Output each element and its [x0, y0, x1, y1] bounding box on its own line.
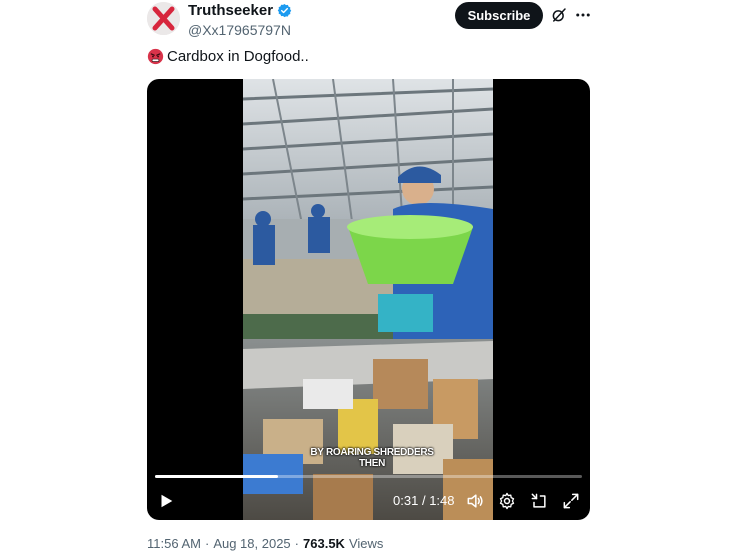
post-date[interactable]: Aug 18, 2025 [213, 536, 290, 551]
post-time[interactable]: 11:56 AM [147, 536, 201, 551]
handle[interactable]: @Xx17965797N [188, 22, 292, 38]
display-name-row: Truthseeker [188, 2, 292, 19]
video-player[interactable]: BY ROARING SHREDDERS THEN 0:31 / 1:48 [147, 79, 590, 520]
tweet-meta: 11:56 AM · Aug 18, 2025 · 763.5K Views [147, 536, 383, 551]
avatar[interactable] [147, 2, 180, 35]
grok-icon[interactable] [550, 6, 568, 24]
views-count: 763.5K [303, 536, 345, 551]
video-caption: BY ROARING SHREDDERS THEN [310, 447, 434, 469]
exit-fullscreen-icon[interactable] [529, 491, 549, 511]
views-label: Views [348, 536, 384, 551]
volume-icon[interactable] [465, 491, 485, 511]
progress-fill [155, 475, 278, 478]
post-text: Cardbox in Dogfood.. [147, 48, 309, 65]
settings-icon[interactable] [497, 491, 517, 511]
verified-badge-icon[interactable] [277, 3, 292, 18]
current-time: 0:31 [393, 493, 419, 508]
more-icon[interactable] [574, 6, 592, 24]
fullscreen-icon[interactable] [561, 491, 581, 511]
meta-dot: · [294, 536, 300, 551]
post-body: Cardbox in Dogfood.. [167, 48, 309, 65]
time-separator: / [421, 493, 426, 508]
author-block: Truthseeker @Xx17965797N [188, 2, 292, 38]
duration: 1:48 [429, 493, 455, 508]
progress-bar[interactable] [155, 475, 582, 478]
subscribe-button[interactable]: Subscribe [455, 2, 543, 29]
play-icon[interactable] [157, 492, 175, 510]
display-name[interactable]: Truthseeker [188, 2, 273, 19]
angry-face-emoji-icon [147, 48, 164, 65]
time-display: 0:31 / 1:48 [393, 493, 455, 508]
meta-dot: · [204, 536, 210, 551]
red-x-avatar-icon [147, 2, 180, 35]
tweet: Truthseeker @Xx17965797N Subscribe Cardb… [0, 0, 730, 555]
